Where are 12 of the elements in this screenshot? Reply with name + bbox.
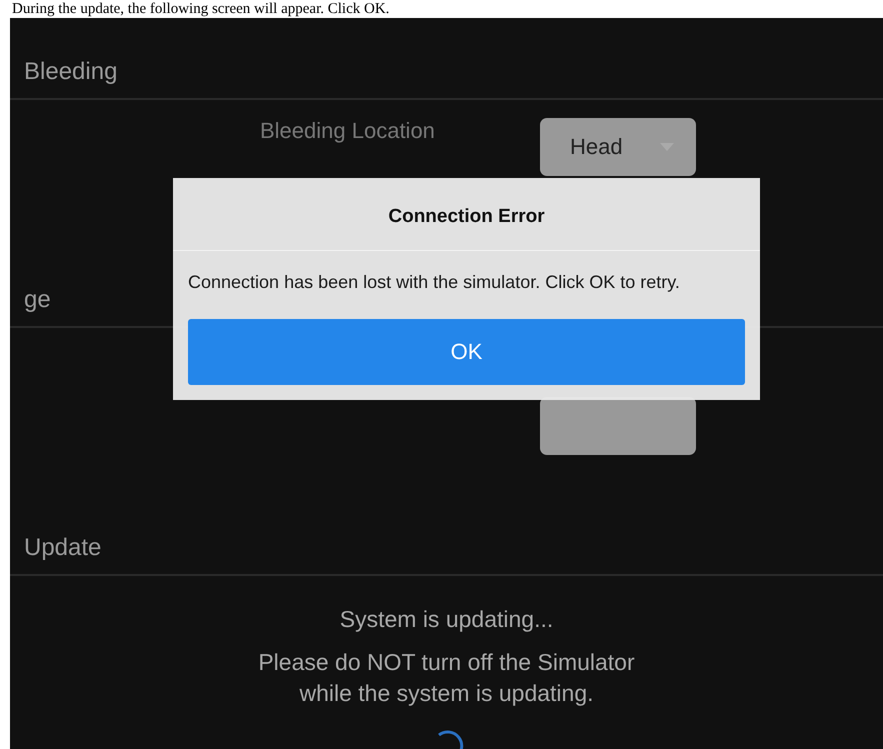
- dropdown[interactable]: Head: [540, 118, 696, 176]
- status-heading: System is updating...: [340, 606, 554, 633]
- setting-label: Bleeding Location: [260, 118, 436, 144]
- section-title: ge: [24, 286, 51, 314]
- dialog-title: Connection Error: [173, 178, 760, 251]
- ok-button[interactable]: OK: [188, 319, 745, 385]
- status-message: Please do NOT turn off the Simulator while the system is updating.: [258, 648, 635, 708]
- section-title: Bleeding: [24, 58, 118, 86]
- section-title: Update: [24, 534, 102, 562]
- dropdown[interactable]: [540, 397, 696, 455]
- dialog-message: Connection has been lost with the simulator. Click OK to retry.: [187, 271, 681, 294]
- caption-text: During the update, the following screen will appear. Click OK.: [11, 0, 390, 18]
